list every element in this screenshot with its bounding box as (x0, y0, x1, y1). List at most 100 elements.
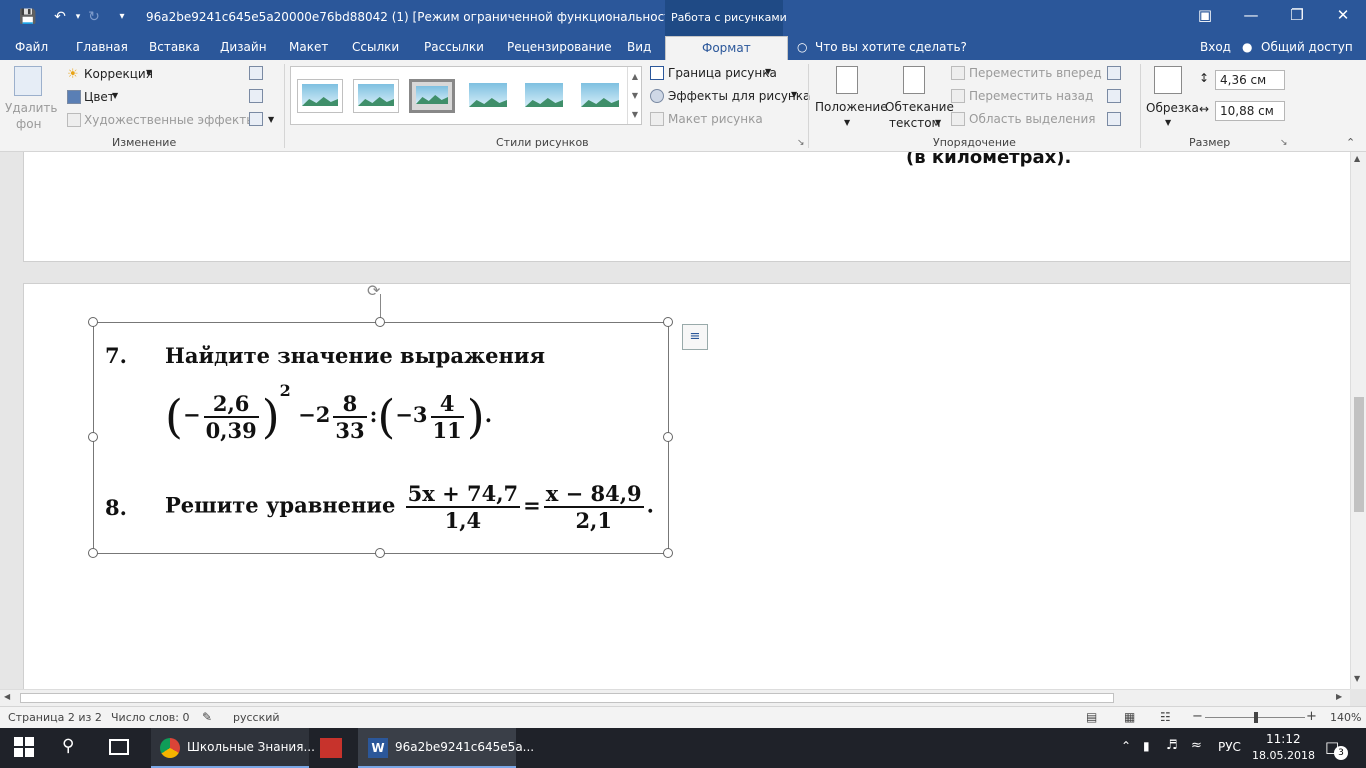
presentation-app-icon[interactable] (320, 738, 342, 758)
tell-me-search[interactable]: Что вы хотите сделать? (815, 40, 967, 54)
scroll-up-icon[interactable]: ▲ (1354, 154, 1360, 163)
minimize-button[interactable]: — (1228, 0, 1274, 32)
word-count[interactable]: Число слов: 0 (111, 711, 190, 724)
restore-button[interactable]: ❐ (1274, 0, 1320, 32)
dialog-launcher-icon[interactable]: ↘ (797, 138, 805, 148)
remove-background-label[interactable]: Удалить (5, 101, 58, 115)
tab-insert[interactable]: Вставка (149, 40, 200, 54)
chevron-down-icon[interactable]: ▼ (844, 118, 850, 127)
read-mode-icon[interactable]: ▤ (1086, 710, 1097, 724)
chevron-up-icon[interactable]: ⌃ (1121, 739, 1131, 753)
zoom-in-icon[interactable]: + (1306, 709, 1317, 724)
rotate-icon[interactable] (1107, 112, 1121, 126)
tab-view[interactable]: Вид (627, 40, 651, 54)
scroll-down-icon[interactable]: ▼ (1354, 674, 1360, 683)
change-picture-icon[interactable] (249, 89, 263, 103)
zoom-out-icon[interactable]: − (1192, 709, 1203, 724)
scroll-right-icon[interactable]: ▶ (1336, 692, 1342, 701)
language[interactable]: русский (233, 711, 280, 724)
scroll-thumb[interactable] (20, 693, 1114, 703)
color-button[interactable]: Цвет (84, 90, 115, 104)
tab-design[interactable]: Дизайн (220, 40, 267, 54)
ribbon-display-options-icon[interactable]: ▣ (1182, 0, 1228, 32)
proofing-icon[interactable]: ✎ (202, 710, 212, 724)
tab-home[interactable]: Главная (76, 40, 128, 54)
dialog-launcher-icon[interactable]: ↘ (1280, 138, 1288, 148)
gallery-scroll[interactable]: ▲ ▼ ▼ (627, 67, 642, 124)
scroll-left-icon[interactable]: ◀ (4, 692, 10, 701)
picture-effects-button[interactable]: Эффекты для рисунка (668, 89, 810, 103)
vertical-scrollbar[interactable]: ▲ ▼ (1350, 152, 1366, 689)
picture-style-thumb[interactable] (409, 79, 455, 113)
rotate-handle-icon[interactable]: ⟳ (367, 281, 380, 300)
zoom-level[interactable]: 140% (1330, 711, 1361, 724)
picture-style-thumb[interactable] (353, 79, 399, 113)
tab-file[interactable]: Файл (15, 40, 48, 54)
group-objects-icon[interactable] (1107, 89, 1121, 103)
picture-layout-button[interactable]: Макет рисунка (668, 112, 763, 126)
resize-handle[interactable] (88, 317, 98, 327)
sign-in-link[interactable]: Вход (1200, 40, 1231, 54)
tab-review[interactable]: Рецензирование (507, 40, 612, 54)
resize-handle[interactable] (88, 548, 98, 558)
windows-start-icon[interactable] (14, 737, 34, 757)
page-count[interactable]: Страница 2 из 2 (8, 711, 102, 724)
customize-toolbar-icon[interactable]: ▾ (112, 6, 132, 28)
picture-style-thumb[interactable] (297, 79, 343, 113)
bring-forward-button[interactable]: Переместить вперед (969, 66, 1102, 80)
volume-icon[interactable]: ♬ (1166, 738, 1178, 753)
align-icon[interactable] (1107, 66, 1121, 80)
resize-handle[interactable] (375, 548, 385, 558)
zoom-slider-thumb[interactable] (1254, 712, 1258, 723)
battery-icon[interactable]: ▮ (1143, 739, 1150, 753)
crop-button[interactable]: Обрезка (1146, 101, 1199, 115)
chevron-down-icon[interactable]: ▼ (1165, 118, 1171, 127)
resize-handle[interactable] (663, 317, 673, 327)
scroll-thumb[interactable] (1354, 397, 1364, 512)
undo-icon[interactable]: ↶ (50, 6, 70, 28)
task-view-icon[interactable] (109, 739, 129, 755)
taskbar-word[interactable]: W 96a2be9241c645e5a... (358, 728, 534, 768)
web-layout-icon[interactable]: ☷ (1160, 710, 1171, 724)
picture-style-thumb[interactable] (577, 79, 623, 113)
tab-layout[interactable]: Макет (289, 40, 328, 54)
selection-pane-button[interactable]: Область выделения (969, 112, 1096, 126)
taskbar-chrome[interactable]: Школьные Знания... (151, 728, 315, 768)
width-field[interactable]: 10,88 см (1215, 101, 1285, 121)
height-field[interactable]: 4,36 см (1215, 70, 1285, 90)
picture-border-button[interactable]: Граница рисунка (668, 66, 777, 80)
wrap-text-button[interactable]: Обтекание (885, 100, 954, 114)
chevron-down-icon[interactable]: ▼ (765, 67, 771, 76)
clock-time[interactable]: 11:12 (1266, 732, 1301, 746)
tab-format[interactable]: Формат (665, 36, 788, 60)
share-button[interactable]: Общий доступ (1261, 40, 1353, 54)
artistic-effects-button[interactable]: Художественные эффекты (84, 113, 256, 127)
close-button[interactable]: ✕ (1320, 0, 1366, 32)
chevron-down-icon[interactable]: ▼ (146, 68, 152, 77)
chevron-down-icon[interactable]: ▼ (112, 91, 118, 100)
search-icon[interactable]: ⚲ (62, 736, 74, 756)
picture-style-thumb[interactable] (465, 79, 511, 113)
remove-background-icon[interactable] (14, 66, 42, 96)
resize-handle[interactable] (375, 317, 385, 327)
layout-options-icon[interactable]: ≡ (682, 324, 708, 350)
compress-pictures-icon[interactable] (249, 66, 263, 80)
save-icon[interactable]: 💾 (18, 6, 38, 28)
reset-picture-icon[interactable] (249, 112, 263, 126)
picture-styles-gallery[interactable]: ▲ ▼ ▼ (290, 66, 642, 125)
corrections-button[interactable]: Коррекция (84, 67, 153, 81)
input-language[interactable]: РУС (1218, 740, 1241, 754)
chevron-down-icon[interactable]: ▼ (268, 115, 274, 124)
resize-handle[interactable] (88, 432, 98, 442)
tab-mailings[interactable]: Рассылки (424, 40, 484, 54)
collapse-ribbon-icon[interactable]: ⌃ (1346, 136, 1355, 149)
selected-picture[interactable]: 7. Найдите значение выражения (− 2,6 0,39)… (93, 322, 669, 554)
network-icon[interactable]: ≈ (1191, 738, 1202, 753)
resize-handle[interactable] (663, 432, 673, 442)
tab-references[interactable]: Ссылки (352, 40, 399, 54)
position-button[interactable]: Положение (815, 100, 888, 114)
print-layout-icon[interactable]: ▦ (1124, 710, 1135, 724)
picture-style-thumb[interactable] (521, 79, 567, 113)
resize-handle[interactable] (663, 548, 673, 558)
clock-date[interactable]: 18.05.2018 (1252, 749, 1315, 762)
